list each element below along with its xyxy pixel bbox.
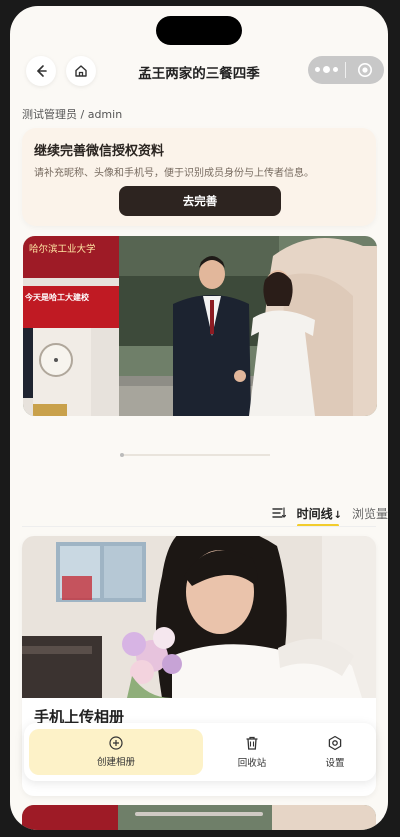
album-cover-photo bbox=[22, 536, 376, 698]
user-identity: 测试管理员 / admin bbox=[22, 108, 123, 121]
tab-views[interactable]: 浏览量 bbox=[352, 505, 388, 522]
dynamic-island bbox=[156, 16, 242, 45]
recycle-bin-label: 回收站 bbox=[237, 758, 267, 769]
banner-photo[interactable]: 哈尔滨工业大学 今天是哈工大建校 bbox=[23, 236, 377, 416]
bottom-tab-bar: 创建相册 回收站 设置 bbox=[24, 723, 376, 781]
section-divider bbox=[22, 526, 376, 527]
wedding-photo bbox=[23, 236, 377, 416]
home-indicator bbox=[135, 812, 263, 816]
complete-profile-button[interactable]: 去完善 bbox=[119, 186, 281, 216]
auth-prompt-card: 继续完善微信授权资料 请补充昵称、头像和手机号，便于识别成员身份与上传者信息。 … bbox=[22, 128, 376, 226]
next-card-peek bbox=[22, 805, 376, 830]
navigation-bar: 孟王两家的三餐四季 bbox=[10, 56, 388, 96]
phone-screen: 孟王两家的三餐四季 测试管理员 / admin 继续完善微信授权资料 请补充昵称… bbox=[10, 6, 388, 830]
trash-icon bbox=[246, 736, 258, 750]
create-album-button[interactable]: 创建相册 bbox=[29, 729, 203, 775]
sort-direction-arrow: ↓ bbox=[333, 509, 342, 521]
gear-icon bbox=[328, 735, 342, 751]
carousel-indicator bbox=[120, 453, 270, 457]
auth-card-title: 继续完善微信授权资料 bbox=[34, 144, 165, 159]
tab-timeline-label: 时间线 bbox=[296, 506, 333, 521]
close-mini-program-button[interactable] bbox=[346, 62, 383, 78]
settings-button[interactable]: 设置 bbox=[300, 729, 370, 775]
sort-icon[interactable] bbox=[271, 505, 287, 521]
settings-label: 设置 bbox=[325, 758, 345, 769]
target-icon bbox=[357, 63, 372, 77]
auth-card-description: 请补充昵称、头像和手机号，便于识别成员身份与上传者信息。 bbox=[34, 168, 314, 179]
mini-program-capsule bbox=[308, 56, 384, 84]
recycle-bin-button[interactable]: 回收站 bbox=[214, 729, 290, 775]
banner-sign-text-1: 哈尔滨工业大学 bbox=[29, 244, 96, 255]
plus-circle-icon bbox=[109, 736, 123, 750]
tab-timeline[interactable]: 时间线↓ bbox=[296, 505, 342, 527]
banner-sign-text-2: 今天是哈工大建校 bbox=[25, 293, 89, 302]
create-album-label: 创建相册 bbox=[96, 757, 135, 768]
more-dots-icon[interactable] bbox=[308, 66, 345, 73]
sort-bar: 时间线↓ 浏览量 bbox=[271, 502, 388, 527]
